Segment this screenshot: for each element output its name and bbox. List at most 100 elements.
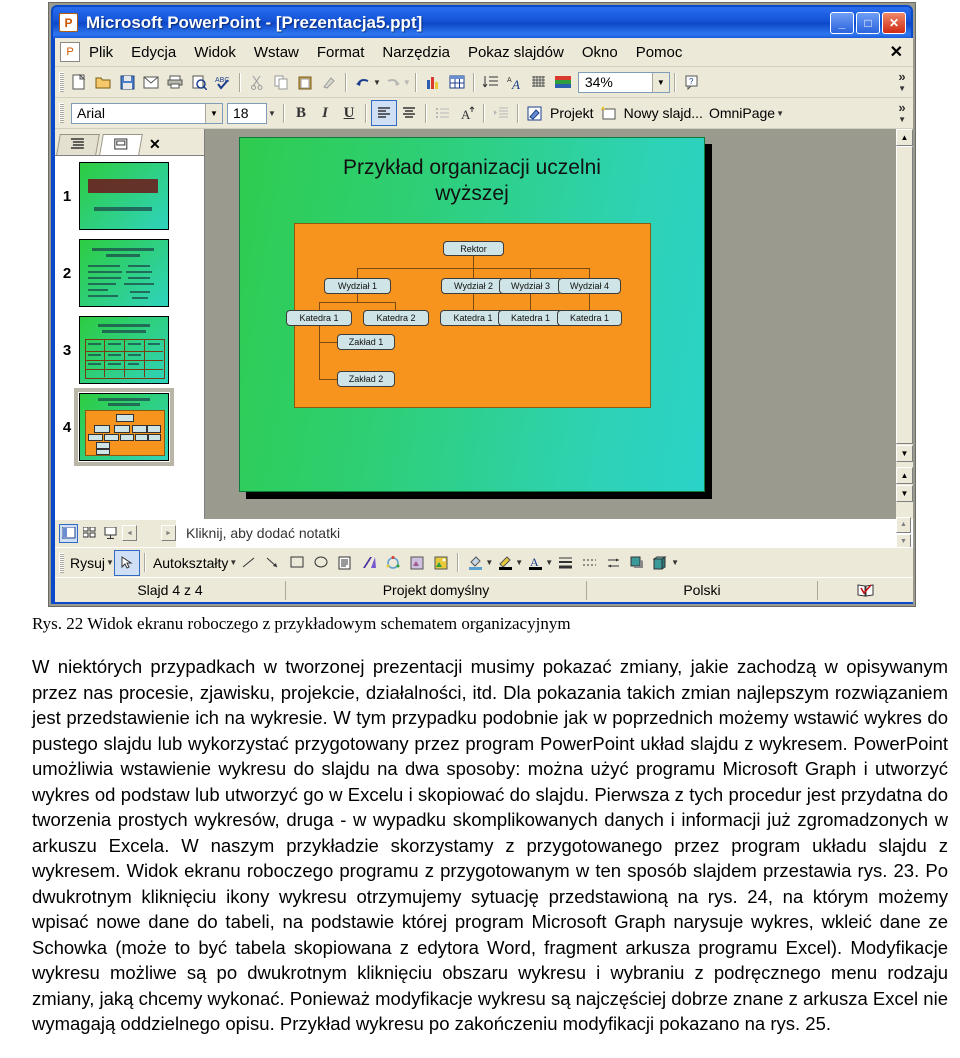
zoom-dropdown-icon[interactable]: ▼: [651, 72, 669, 92]
org-node-level3-5[interactable]: Katedra 1: [557, 310, 622, 326]
font-color-icon[interactable]: A: [523, 551, 547, 575]
new-icon[interactable]: [67, 70, 91, 94]
diagram-icon[interactable]: [381, 551, 405, 575]
list-item[interactable]: 3: [55, 316, 204, 384]
list-item[interactable]: 4: [55, 388, 204, 466]
scroll-down-button[interactable]: ▼: [896, 445, 913, 462]
notes-scroll-left-button[interactable]: ◄: [122, 525, 137, 541]
slide-editing-pane[interactable]: Przykład organizacji uczelni wyższej Rek…: [206, 129, 895, 519]
new-slide-icon[interactable]: [597, 101, 621, 125]
toolbar-overflow-button[interactable]: » ▼: [898, 101, 913, 124]
align-center-icon[interactable]: [397, 101, 421, 125]
bold-button[interactable]: B: [289, 101, 313, 125]
slide-thumbnail-4[interactable]: [74, 388, 174, 466]
grid-icon[interactable]: [527, 70, 551, 94]
notes-placeholder[interactable]: Kliknij, aby dodać notatki: [176, 525, 340, 541]
3d-style-icon[interactable]: [649, 551, 673, 575]
font-size-dropdown-icon[interactable]: ▼: [265, 101, 279, 125]
close-button[interactable]: ✕: [882, 11, 906, 34]
org-node-level2-4[interactable]: Wydział 4: [558, 278, 621, 294]
close-document-button[interactable]: ✕: [890, 42, 913, 62]
insert-table-icon[interactable]: [445, 70, 469, 94]
toolbar-grip[interactable]: [59, 72, 64, 92]
view-slide-sorter-icon[interactable]: [80, 524, 99, 543]
print-preview-icon[interactable]: [187, 70, 211, 94]
textbox-icon[interactable]: [333, 551, 357, 575]
autoshapes-menu-label[interactable]: Autokształty: [150, 555, 231, 571]
omnipage-menu-label[interactable]: OmniPage: [706, 105, 778, 121]
org-node-level2-3[interactable]: Wydział 3: [499, 278, 562, 294]
notes-scroll-up-button[interactable]: ▲: [896, 516, 911, 533]
save-icon[interactable]: [115, 70, 139, 94]
line-icon[interactable]: [237, 551, 261, 575]
cut-icon[interactable]: [245, 70, 269, 94]
shadow-style-icon[interactable]: [625, 551, 649, 575]
outline-tab[interactable]: [56, 134, 100, 155]
open-icon[interactable]: [91, 70, 115, 94]
rectangle-icon[interactable]: [285, 551, 309, 575]
view-normal-icon[interactable]: [59, 523, 78, 543]
previous-slide-button[interactable]: ▲: [896, 467, 913, 484]
spellcheck-status-icon[interactable]: [817, 580, 913, 600]
maximize-button[interactable]: □: [856, 11, 880, 34]
org-node-level4-1[interactable]: Zakład 1: [337, 334, 395, 350]
new-slide-button-label[interactable]: Nowy slajd...: [621, 105, 706, 121]
design-icon[interactable]: [523, 101, 547, 125]
insert-chart-icon[interactable]: [421, 70, 445, 94]
spellcheck-icon[interactable]: ABC: [211, 70, 235, 94]
indent-icon[interactable]: [489, 101, 513, 125]
menu-plik[interactable]: Plik: [80, 42, 122, 63]
copy-icon[interactable]: [269, 70, 293, 94]
org-node-level3-1[interactable]: Katedra 1: [286, 310, 352, 326]
font-size-combobox[interactable]: 18: [227, 102, 267, 124]
view-slide-show-icon[interactable]: [101, 524, 120, 543]
redo-icon[interactable]: [381, 70, 405, 94]
toolbar-grip[interactable]: [59, 552, 64, 573]
font-color-icon[interactable]: AA: [503, 70, 527, 94]
font-name-combobox[interactable]: Arial ▼: [71, 102, 223, 124]
org-node-level4-2[interactable]: Zakład 2: [337, 371, 395, 387]
draw-menu-label[interactable]: Rysuj: [67, 555, 108, 571]
slide-thumbnail-2[interactable]: [79, 239, 169, 307]
line-style-icon[interactable]: [553, 551, 577, 575]
font-name-dropdown-icon[interactable]: ▼: [205, 103, 222, 123]
next-slide-button[interactable]: ▼: [896, 485, 913, 502]
draw-dropdown-icon[interactable]: ▼: [106, 558, 114, 567]
picture-icon[interactable]: [429, 551, 453, 575]
toolbar-overflow-button[interactable]: » ▼: [898, 70, 913, 93]
org-node-level2-1[interactable]: Wydział 1: [324, 278, 391, 294]
design-button-label[interactable]: Projekt: [547, 105, 597, 121]
select-arrow-icon[interactable]: [113, 549, 140, 576]
slide-vertical-scrollbar[interactable]: ▲ ▼ ▲ ▼: [895, 129, 913, 519]
current-slide[interactable]: Przykład organizacji uczelni wyższej Rek…: [239, 137, 705, 492]
help-icon[interactable]: ?: [680, 70, 704, 94]
menu-pokaz-slajdow[interactable]: Pokaz slajdów: [459, 42, 573, 63]
fill-color-icon[interactable]: [463, 551, 487, 575]
zoom-combobox[interactable]: 34% ▼: [577, 71, 670, 93]
oval-icon[interactable]: [309, 551, 333, 575]
wordart-icon[interactable]: [357, 551, 381, 575]
undo-icon[interactable]: [351, 70, 375, 94]
notes-scroll-right-button[interactable]: ►: [161, 525, 176, 541]
menu-edycja[interactable]: Edycja: [122, 42, 185, 63]
slide-thumbnail-3[interactable]: [79, 316, 169, 384]
org-node-level2-2[interactable]: Wydział 2: [441, 278, 506, 294]
menu-narzedzia[interactable]: Narzędzia: [373, 42, 459, 63]
menu-wstaw[interactable]: Wstaw: [245, 42, 308, 63]
slide-title[interactable]: Przykład organizacji uczelni wyższej: [240, 155, 704, 208]
line-spacing-icon[interactable]: [479, 70, 503, 94]
dash-style-icon[interactable]: [577, 551, 601, 575]
slide-thumbnail-1[interactable]: [79, 162, 169, 230]
paste-icon[interactable]: [293, 70, 317, 94]
org-node-level3-4[interactable]: Katedra 1: [498, 310, 563, 326]
org-node-level3-2[interactable]: Katedra 2: [363, 310, 429, 326]
menu-okno[interactable]: Okno: [573, 42, 627, 63]
print-icon[interactable]: [163, 70, 187, 94]
org-node-root[interactable]: Rektor: [443, 241, 504, 256]
list-item[interactable]: 2: [55, 239, 204, 307]
toolbar-grip[interactable]: [59, 103, 64, 123]
arrow-icon[interactable]: [261, 551, 285, 575]
org-chart-placeholder[interactable]: Rektor Wydział 1 Wydział 2 Wydział 3 Wyd…: [286, 223, 651, 408]
mail-icon[interactable]: [139, 70, 163, 94]
arrow-style-icon[interactable]: [601, 551, 625, 575]
